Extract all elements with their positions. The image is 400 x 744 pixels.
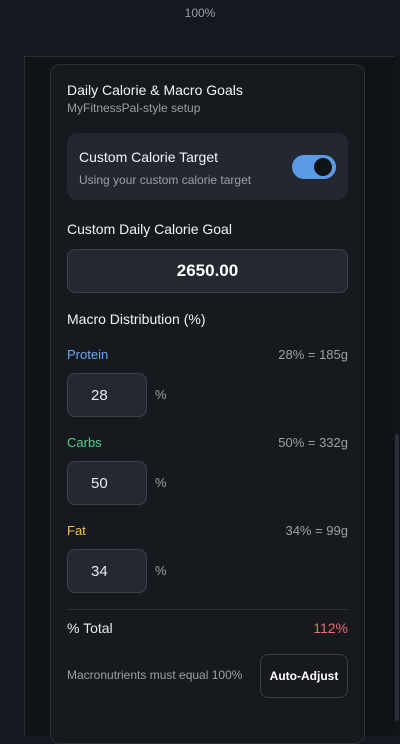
total-value: 112%: [313, 620, 348, 636]
protein-label: Protein: [67, 347, 109, 362]
carbs-summary: 50% = 332g: [278, 435, 348, 450]
custom-target-title: Custom Calorie Target: [79, 149, 219, 165]
fat-unit: %: [155, 563, 167, 578]
total-label: % Total: [67, 620, 113, 636]
zoom-level: 100%: [184, 6, 216, 20]
calorie-goal-input[interactable]: [67, 249, 348, 293]
fat-summary: 34% = 99g: [285, 523, 348, 538]
calorie-goal-label: Custom Daily Calorie Goal: [67, 221, 232, 237]
carbs-unit: %: [155, 475, 167, 490]
auto-adjust-button[interactable]: Auto-Adjust: [260, 654, 348, 698]
scrollbar-thumb[interactable]: [395, 434, 399, 721]
card-subtitle: MyFitnessPal-style setup: [67, 101, 201, 115]
protein-input[interactable]: [67, 373, 147, 417]
card-title: Daily Calorie & Macro Goals: [67, 82, 243, 98]
protein-unit: %: [155, 387, 167, 402]
fat-input[interactable]: [67, 549, 147, 593]
fat-label: Fat: [67, 523, 86, 538]
custom-target-toggle[interactable]: [292, 155, 336, 179]
carbs-input[interactable]: [67, 461, 147, 505]
custom-target-description: Using your custom calorie target: [79, 173, 252, 187]
divider: [67, 609, 348, 610]
protein-summary: 28% = 185g: [278, 347, 348, 362]
toggle-knob: [314, 158, 332, 176]
carbs-label: Carbs: [67, 435, 102, 450]
macro-distribution-heading: Macro Distribution (%): [67, 311, 206, 327]
macro-hint: Macronutrients must equal 100%: [67, 668, 243, 682]
